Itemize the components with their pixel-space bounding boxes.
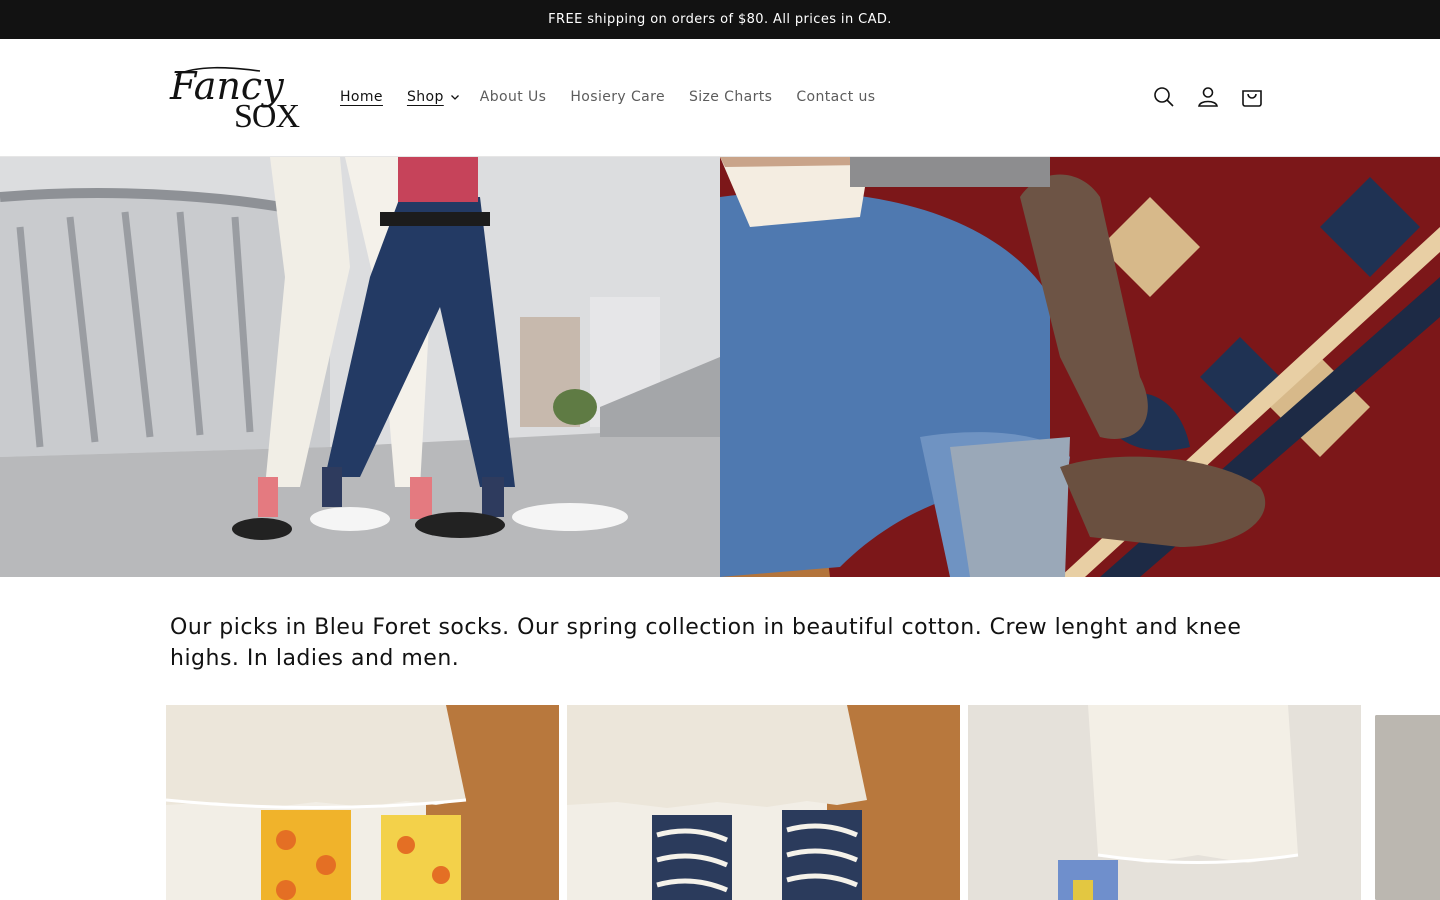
site-logo[interactable]: Fancy SOX — [168, 63, 304, 135]
search-icon — [1154, 87, 1174, 107]
header-icons — [1142, 75, 1274, 119]
collection-description: Our picks in Bleu Foret socks. Our sprin… — [170, 615, 1242, 671]
nav-home-label: Home — [340, 89, 383, 105]
hero-right-illustration — [720, 157, 1440, 577]
nav-size-charts-label: Size Charts — [688, 89, 773, 105]
nav-hosiery-care[interactable]: Hosiery Care — [570, 89, 665, 105]
nav-home[interactable]: Home — [340, 89, 383, 105]
product-image-blue-socks — [968, 705, 1361, 900]
fancy-sox-logo: Fancy SOX — [169, 64, 300, 135]
nav-hosiery-care-label: Hosiery Care — [570, 89, 665, 105]
main-nav: Home Shop About Us Hosiery Care Size Cha… — [328, 85, 899, 109]
site-header: Fancy SOX Home Shop About Us Hosiery Car… — [0, 39, 1440, 157]
hero-image-rug-reading — [720, 157, 1440, 577]
nav-shop-label: Shop — [406, 89, 444, 105]
product-image-zebra-socks — [567, 705, 960, 900]
search-button[interactable] — [1142, 75, 1186, 119]
nav-shop[interactable]: Shop — [407, 89, 460, 105]
hero-left-illustration — [0, 157, 720, 577]
cart-button[interactable] — [1230, 75, 1274, 119]
product-grid — [166, 705, 1440, 900]
svg-text:SOX: SOX — [234, 98, 299, 133]
nav-size-charts[interactable]: Size Charts — [689, 89, 772, 105]
account-icon — [1198, 87, 1218, 107]
nav-about-us-label: About Us — [479, 89, 547, 105]
product-card[interactable] — [567, 705, 960, 900]
announcement-text: FREE shipping on orders of $80. All pric… — [548, 12, 892, 27]
announcement-bar: FREE shipping on orders of $80. All pric… — [0, 0, 1440, 39]
chevron-down-icon — [450, 95, 459, 100]
hero-image-walking-couple — [0, 157, 720, 577]
cart-icon — [1242, 90, 1262, 107]
nav-contact-us-label: Contact us — [796, 89, 876, 105]
nav-contact-us[interactable]: Contact us — [796, 89, 875, 105]
product-image-partial — [1375, 715, 1440, 900]
hero-banner — [0, 157, 1440, 577]
product-card-partial[interactable] — [1375, 715, 1440, 900]
product-image-yellow-pattern-socks — [166, 705, 559, 900]
product-card[interactable] — [166, 705, 559, 900]
product-card[interactable] — [968, 705, 1361, 900]
nav-about-us[interactable]: About Us — [480, 89, 547, 105]
account-button[interactable] — [1186, 75, 1230, 119]
